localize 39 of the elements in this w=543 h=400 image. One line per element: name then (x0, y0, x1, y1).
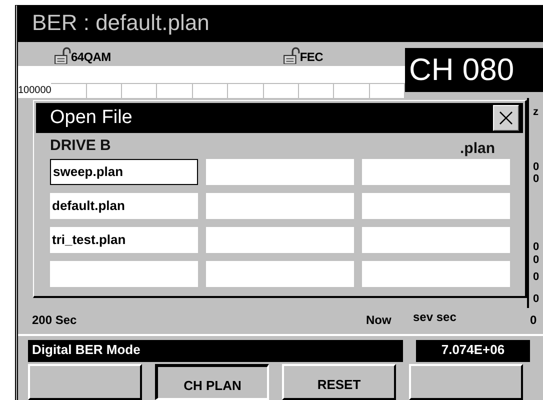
axis-value: z (533, 106, 538, 118)
file-slot[interactable] (50, 261, 198, 287)
indicator-label: 64QAM (71, 50, 111, 64)
time-end-label: Now (366, 313, 392, 327)
axis-value: 0 (533, 271, 540, 283)
file-slot[interactable] (362, 261, 510, 287)
file-slot[interactable] (206, 261, 354, 287)
channel-display: CH 080 (405, 48, 543, 92)
extension-label: .plan (460, 139, 495, 157)
file-slot[interactable] (206, 159, 354, 185)
file-slot[interactable] (362, 227, 510, 253)
soft-key-button[interactable]: RESET (282, 364, 396, 400)
window-title: BER : default.plan (18, 6, 543, 42)
metric-value: 0 (530, 313, 537, 327)
metric-label: sev sec (413, 310, 456, 324)
axis-value: 0 (533, 161, 540, 173)
axis-value: 0 (533, 241, 540, 253)
close-button[interactable] (493, 105, 519, 131)
axis-value: 0 (533, 254, 540, 266)
mode-label: Digital BER Mode (28, 340, 403, 362)
time-start-label: 200 Sec (32, 313, 77, 327)
file-slot[interactable] (206, 227, 354, 253)
scale-label: 100000 (18, 85, 52, 96)
file-slot[interactable]: tri_test.plan (50, 227, 198, 253)
file-slot[interactable]: default.plan (50, 193, 198, 219)
file-slot[interactable] (206, 193, 354, 219)
dialog-title: Open File (49, 107, 132, 129)
soft-key-button[interactable] (28, 364, 142, 400)
file-slot[interactable] (362, 193, 510, 219)
indicator-label: FEC (300, 50, 323, 64)
file-slot[interactable] (362, 159, 510, 185)
ber-reading: 7.074E+06 (416, 340, 530, 362)
close-icon (498, 110, 514, 126)
drive-label: DRIVE B (50, 137, 111, 156)
axis-value: 0 (533, 293, 540, 305)
soft-key-button[interactable]: CH PLAN (155, 364, 269, 400)
axis-value: 0 (533, 173, 540, 185)
soft-key-button[interactable] (409, 364, 523, 400)
file-slot[interactable]: sweep.plan (50, 159, 198, 185)
